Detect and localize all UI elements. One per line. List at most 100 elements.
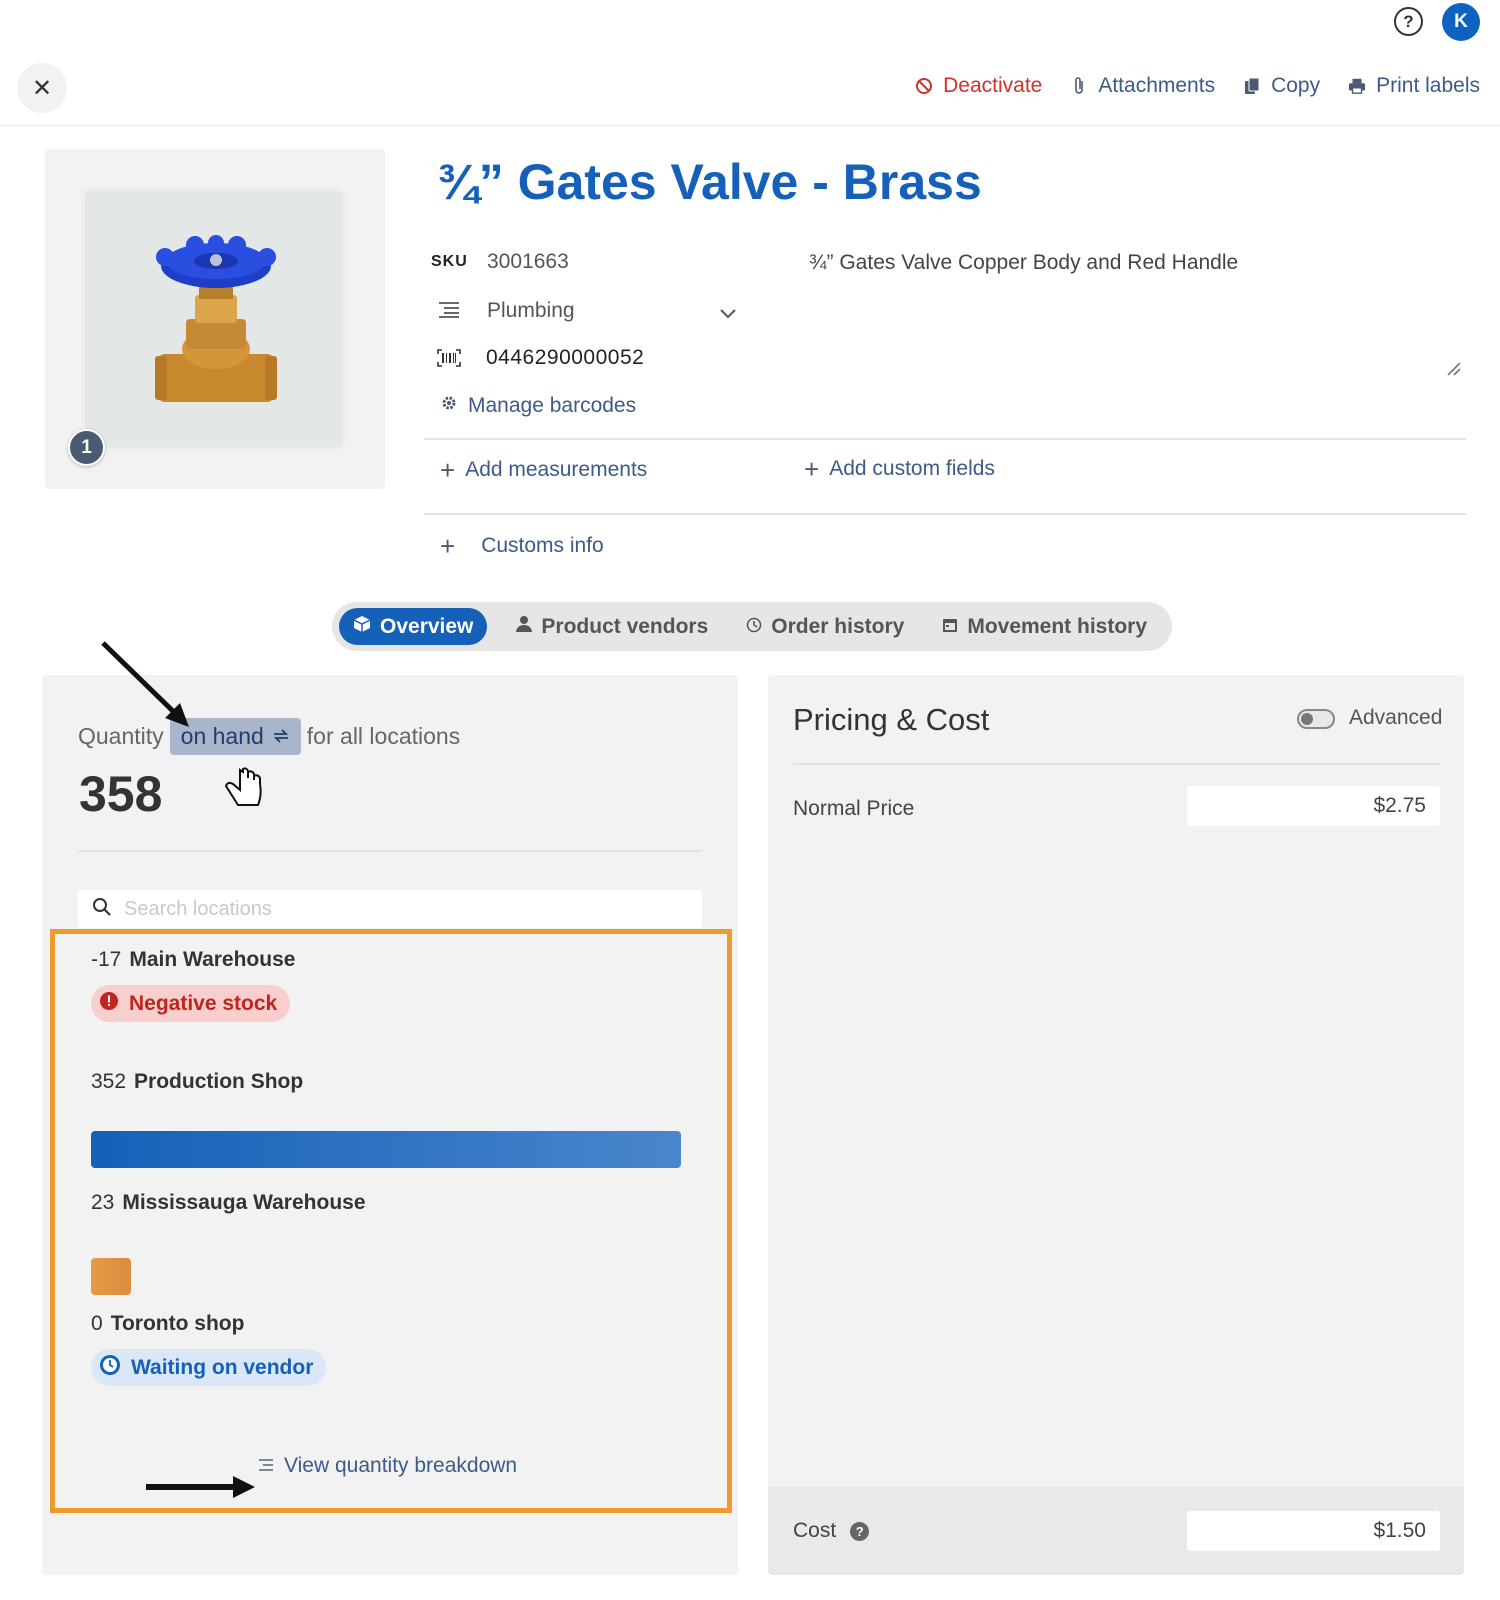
quantity-mode-label: on hand (180, 723, 264, 749)
search-input[interactable] (124, 897, 684, 921)
divider (424, 438, 1466, 440)
location-name: Mississauga Warehouse (122, 1191, 366, 1214)
help-icon[interactable]: ? (1394, 7, 1423, 36)
view-quantity-breakdown-link[interactable]: View quantity breakdown (258, 1454, 517, 1478)
add-custom-fields-label: Add custom fields (829, 457, 995, 480)
divider (78, 850, 702, 852)
tab-overview-label: Overview (380, 614, 474, 638)
quantity-prefix: Quantity (78, 723, 164, 749)
clock-icon (99, 1354, 121, 1382)
copy-label: Copy (1271, 74, 1321, 97)
cost-label: Cost (793, 1519, 837, 1542)
chevron-down-icon[interactable] (720, 303, 736, 324)
box-icon (353, 615, 371, 639)
cost-footer: Cost ? $1.50 (768, 1487, 1464, 1575)
location-qty: 352 (91, 1070, 127, 1093)
add-measurements-link[interactable]: + Add measurements (440, 457, 647, 483)
location-name: Production Shop (134, 1070, 304, 1093)
tab-overview[interactable]: Overview (339, 608, 488, 645)
pricing-panel: Pricing & Cost Advanced Normal Price $2.… (768, 675, 1464, 1575)
category-select[interactable]: Plumbing (487, 299, 575, 323)
customs-info-link[interactable]: + Customs info (440, 533, 604, 559)
manage-barcodes-link[interactable]: Manage barcodes (440, 394, 636, 418)
print-labels-label: Print labels (1376, 74, 1480, 97)
stock-bar-fill (91, 1258, 131, 1295)
tab-order-history[interactable]: Order history (727, 608, 923, 645)
add-measurements-label: Add measurements (465, 458, 648, 481)
location-search[interactable] (78, 890, 702, 928)
location-qty: -17 (91, 948, 122, 971)
cost-input[interactable]: $1.50 (1187, 1511, 1440, 1551)
advanced-label: Advanced (1349, 706, 1443, 729)
location-row-mississauga-warehouse[interactable]: 23 Mississauga Warehouse (91, 1191, 366, 1215)
waiting-on-vendor-label: Waiting on vendor (131, 1355, 314, 1379)
tab-product-vendors-label: Product vendors (541, 614, 709, 638)
add-custom-fields-link[interactable]: + Add custom fields (804, 456, 995, 482)
location-row-toronto-shop[interactable]: 0 Toronto shop (91, 1312, 244, 1336)
copy-icon (1243, 77, 1261, 95)
quantity-mode-toggle[interactable]: on hand (169, 718, 301, 755)
ban-icon (915, 77, 933, 95)
manage-barcodes-label: Manage barcodes (468, 394, 637, 417)
printer-icon (1348, 77, 1366, 95)
deactivate-label: Deactivate (943, 74, 1043, 97)
copy-button[interactable]: Copy (1243, 74, 1320, 98)
waiting-on-vendor-badge: Waiting on vendor (91, 1349, 327, 1386)
quantity-panel: Quantity on hand for all locations 358 -… (42, 675, 738, 1575)
close-icon: ✕ (31, 74, 53, 102)
tab-bar: Overview Product vendors Order history M… (332, 602, 1172, 651)
product-description[interactable]: ¾” Gates Valve Copper Body and Red Handl… (809, 251, 1238, 275)
location-name: Main Warehouse (129, 948, 296, 971)
attachments-label: Attachments (1098, 74, 1216, 97)
help-icon[interactable]: ? (850, 1521, 870, 1541)
location-name: Toronto shop (110, 1312, 245, 1335)
barcode-icon (437, 349, 461, 367)
location-row-production-shop[interactable]: 352 Production Shop (91, 1070, 303, 1094)
plus-icon: + (440, 531, 456, 561)
location-qty: 0 (91, 1312, 103, 1335)
negative-stock-badge: Negative stock (91, 985, 291, 1022)
advanced-toggle[interactable] (1297, 709, 1335, 729)
negative-stock-label: Negative stock (129, 991, 278, 1015)
stock-bar-mississauga-warehouse (91, 1258, 131, 1295)
print-labels-button[interactable]: Print labels (1348, 74, 1480, 98)
tab-order-history-label: Order history (771, 614, 905, 638)
action-toolbar: Deactivate Attachments Copy Print labels (915, 74, 1480, 98)
attachments-button[interactable]: Attachments (1070, 74, 1215, 98)
clock-icon (746, 615, 762, 639)
valve-illustration (155, 235, 277, 402)
deactivate-button[interactable]: Deactivate (915, 74, 1042, 98)
switch-arrows-icon (272, 723, 290, 750)
quantity-total: 358 (79, 766, 163, 822)
barcode-value[interactable]: 0446290000052 (486, 346, 644, 370)
tab-product-vendors[interactable]: Product vendors (497, 608, 727, 645)
person-icon (516, 615, 533, 639)
stock-bar-production-shop (91, 1131, 691, 1168)
location-row-main-warehouse[interactable]: -17 Main Warehouse (91, 948, 295, 972)
divider (424, 513, 1466, 515)
sku-label: SKU (431, 253, 468, 270)
avatar-initial: K (1454, 11, 1468, 32)
product-image-container[interactable]: 1 (45, 149, 385, 489)
quantity-suffix: for all locations (306, 723, 461, 749)
image-count-badge[interactable]: 1 (68, 429, 105, 466)
close-button[interactable]: ✕ (17, 63, 67, 113)
alert-icon (99, 991, 119, 1017)
calendar-icon (942, 615, 958, 639)
quantity-heading: Quantity on hand for all locations (78, 718, 460, 755)
normal-price-label: Normal Price (793, 797, 915, 820)
pricing-title: Pricing & Cost (793, 702, 990, 737)
normal-price-input[interactable]: $2.75 (1187, 786, 1440, 826)
product-image (85, 191, 343, 447)
product-title: ¾” Gates Valve - Brass (437, 154, 982, 210)
tab-movement-history[interactable]: Movement history (923, 608, 1166, 645)
tab-movement-history-label: Movement history (967, 614, 1148, 638)
sku-value[interactable]: 3001663 (487, 250, 569, 274)
gear-icon (440, 394, 458, 418)
divider (793, 763, 1441, 765)
plus-icon: + (440, 455, 456, 485)
category-icon (439, 302, 459, 318)
customs-info-label: Customs info (481, 534, 604, 557)
avatar[interactable]: K (1442, 3, 1480, 41)
resize-handle-icon[interactable] (1446, 361, 1462, 382)
